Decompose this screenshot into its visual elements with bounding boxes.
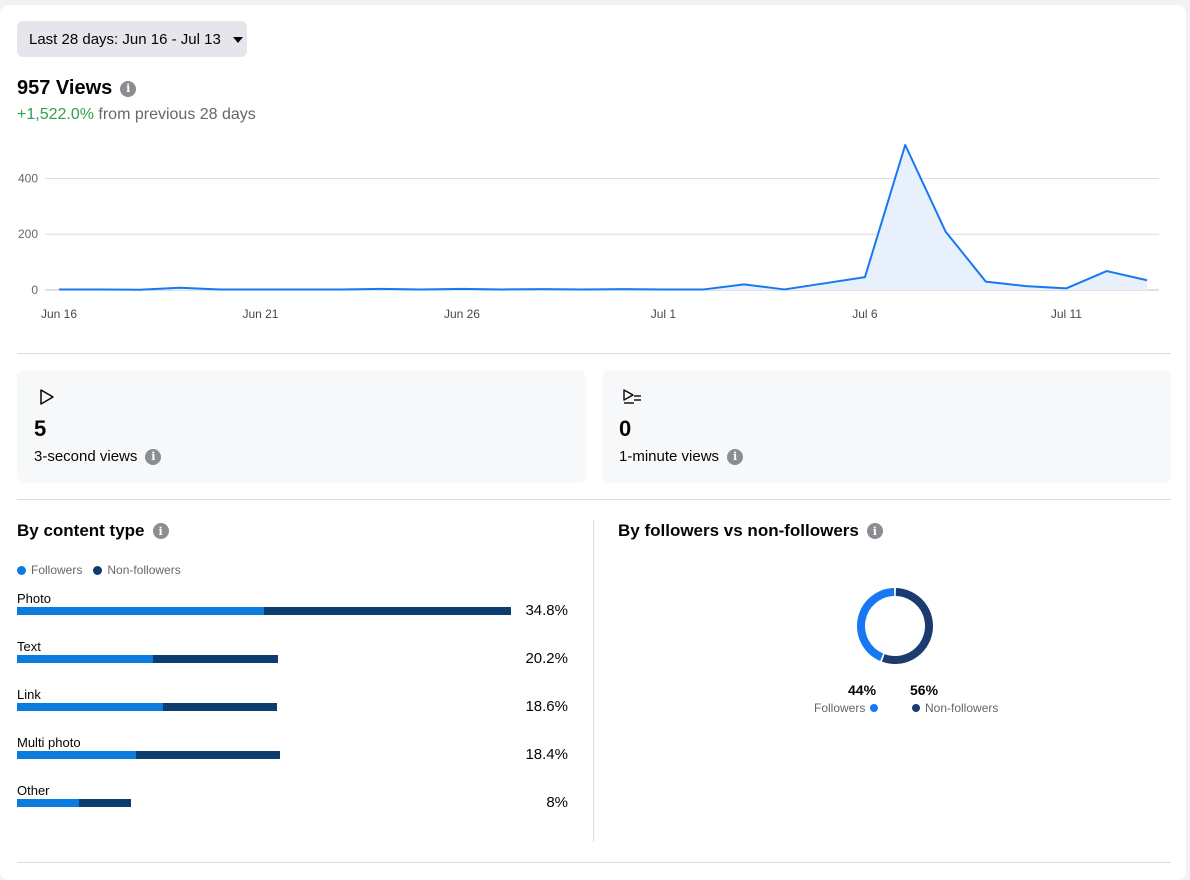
info-icon[interactable]: i bbox=[120, 81, 136, 97]
stat-value: 0 bbox=[619, 416, 631, 442]
stat-value: 5 bbox=[34, 416, 46, 442]
followers-split-title: By followers vs non-followers i bbox=[618, 521, 883, 541]
series-line bbox=[59, 145, 1147, 290]
donut-non-followers-label: Non-followers bbox=[925, 701, 998, 715]
views-total-label: 957 Views bbox=[17, 77, 112, 100]
views-delta: +1,522.0% from previous 28 days bbox=[17, 106, 256, 124]
content-type-row: Photo34.8% bbox=[17, 591, 577, 606]
followers-pct: 44% bbox=[848, 682, 876, 698]
content-type-row: Multi photo18.4% bbox=[17, 735, 577, 750]
content-type-name: Text bbox=[17, 639, 577, 654]
stat-label-row: 3-second views i bbox=[34, 448, 161, 465]
legend-followers: Followers bbox=[17, 563, 82, 577]
delta-text: from previous 28 days bbox=[94, 106, 256, 123]
content-type-pct: 34.8% bbox=[525, 602, 568, 619]
legend-non-followers-label: Non-followers bbox=[107, 563, 180, 577]
followers-segment bbox=[17, 799, 79, 807]
y-tick-label: 400 bbox=[18, 171, 38, 185]
followers-segment bbox=[17, 703, 163, 711]
stat-card-3s: 5 3-second views i bbox=[17, 370, 586, 483]
divider bbox=[17, 499, 1171, 500]
views-line-chart: 0 200 400 Jun 16 Jun 21 Jun 26 Jul 1 Jul 6 Jul 1… bbox=[0, 140, 1190, 340]
stat-card-1m: 0 1-minute views i bbox=[602, 370, 1171, 483]
content-type-title: By content type i bbox=[17, 521, 169, 541]
content-type-title-label: By content type bbox=[17, 521, 145, 541]
x-tick-label: Jul 11 bbox=[1051, 307, 1082, 321]
non-followers-slice[interactable] bbox=[883, 592, 929, 660]
content-type-bar[interactable] bbox=[17, 655, 278, 663]
y-tick-label: 200 bbox=[18, 227, 38, 241]
non-followers-pct: 56% bbox=[910, 682, 938, 698]
info-icon[interactable]: i bbox=[145, 449, 161, 465]
non-followers-dot bbox=[93, 566, 102, 575]
non-followers-segment bbox=[153, 655, 279, 663]
stat-label-row: 1-minute views i bbox=[619, 448, 743, 465]
x-tick-label: Jun 21 bbox=[242, 307, 278, 321]
content-type-row: Link18.6% bbox=[17, 687, 577, 702]
info-icon[interactable]: i bbox=[153, 523, 169, 539]
divider bbox=[17, 862, 1171, 863]
play-list-icon bbox=[622, 388, 644, 406]
content-type-name: Link bbox=[17, 687, 577, 702]
content-type-bar[interactable] bbox=[17, 799, 131, 807]
content-type-pct: 18.6% bbox=[525, 698, 568, 715]
non-followers-segment bbox=[79, 799, 130, 807]
non-followers-segment bbox=[264, 607, 511, 615]
content-type-bar[interactable] bbox=[17, 751, 280, 759]
followers-segment bbox=[17, 607, 264, 615]
content-type-name: Other bbox=[17, 783, 577, 798]
content-type-pct: 8% bbox=[546, 794, 568, 811]
content-type-pct: 20.2% bbox=[525, 650, 568, 667]
followers-slice[interactable] bbox=[861, 592, 894, 657]
divider bbox=[17, 353, 1171, 354]
content-type-legend: Followers Non-followers bbox=[17, 563, 192, 577]
content-type-pct: 18.4% bbox=[525, 746, 568, 763]
followers-split-title-label: By followers vs non-followers bbox=[618, 521, 859, 541]
views-total: 957 Views i bbox=[17, 77, 136, 100]
legend-followers-label: Followers bbox=[31, 563, 82, 577]
info-icon[interactable]: i bbox=[727, 449, 743, 465]
followers-donut-chart bbox=[853, 584, 937, 668]
date-range-dropdown[interactable]: Last 28 days: Jun 16 - Jul 13 bbox=[17, 21, 247, 57]
donut-followers-label: Followers bbox=[814, 701, 865, 715]
stat-label: 3-second views bbox=[34, 448, 137, 465]
non-followers-dot bbox=[912, 704, 920, 712]
x-tick-label: Jul 6 bbox=[852, 307, 878, 321]
followers-segment bbox=[17, 655, 153, 663]
x-tick-label: Jul 1 bbox=[651, 307, 677, 321]
y-tick-label: 0 bbox=[31, 283, 38, 297]
play-icon bbox=[37, 388, 59, 406]
vertical-divider bbox=[593, 520, 594, 842]
non-followers-segment bbox=[136, 751, 279, 759]
followers-dot bbox=[870, 704, 878, 712]
content-type-row: Text20.2% bbox=[17, 639, 577, 654]
followers-segment bbox=[17, 751, 136, 759]
content-type-name: Photo bbox=[17, 591, 577, 606]
legend-non-followers: Non-followers bbox=[93, 563, 180, 577]
x-tick-label: Jun 16 bbox=[41, 307, 77, 321]
delta-value: +1,522.0% bbox=[17, 106, 94, 123]
content-type-name: Multi photo bbox=[17, 735, 577, 750]
info-icon[interactable]: i bbox=[867, 523, 883, 539]
content-type-bar[interactable] bbox=[17, 607, 511, 615]
area-fill bbox=[59, 145, 1147, 290]
stat-label: 1-minute views bbox=[619, 448, 719, 465]
date-range-label: Last 28 days: Jun 16 - Jul 13 bbox=[29, 31, 221, 48]
caret-down-icon bbox=[233, 37, 243, 43]
content-type-bar[interactable] bbox=[17, 703, 277, 711]
donut-legend-non-followers: Non-followers bbox=[912, 701, 998, 715]
x-tick-label: Jun 26 bbox=[444, 307, 480, 321]
content-type-row: Other8% bbox=[17, 783, 577, 798]
followers-dot bbox=[17, 566, 26, 575]
donut-legend-followers: Followers bbox=[814, 701, 878, 715]
non-followers-segment bbox=[163, 703, 277, 711]
